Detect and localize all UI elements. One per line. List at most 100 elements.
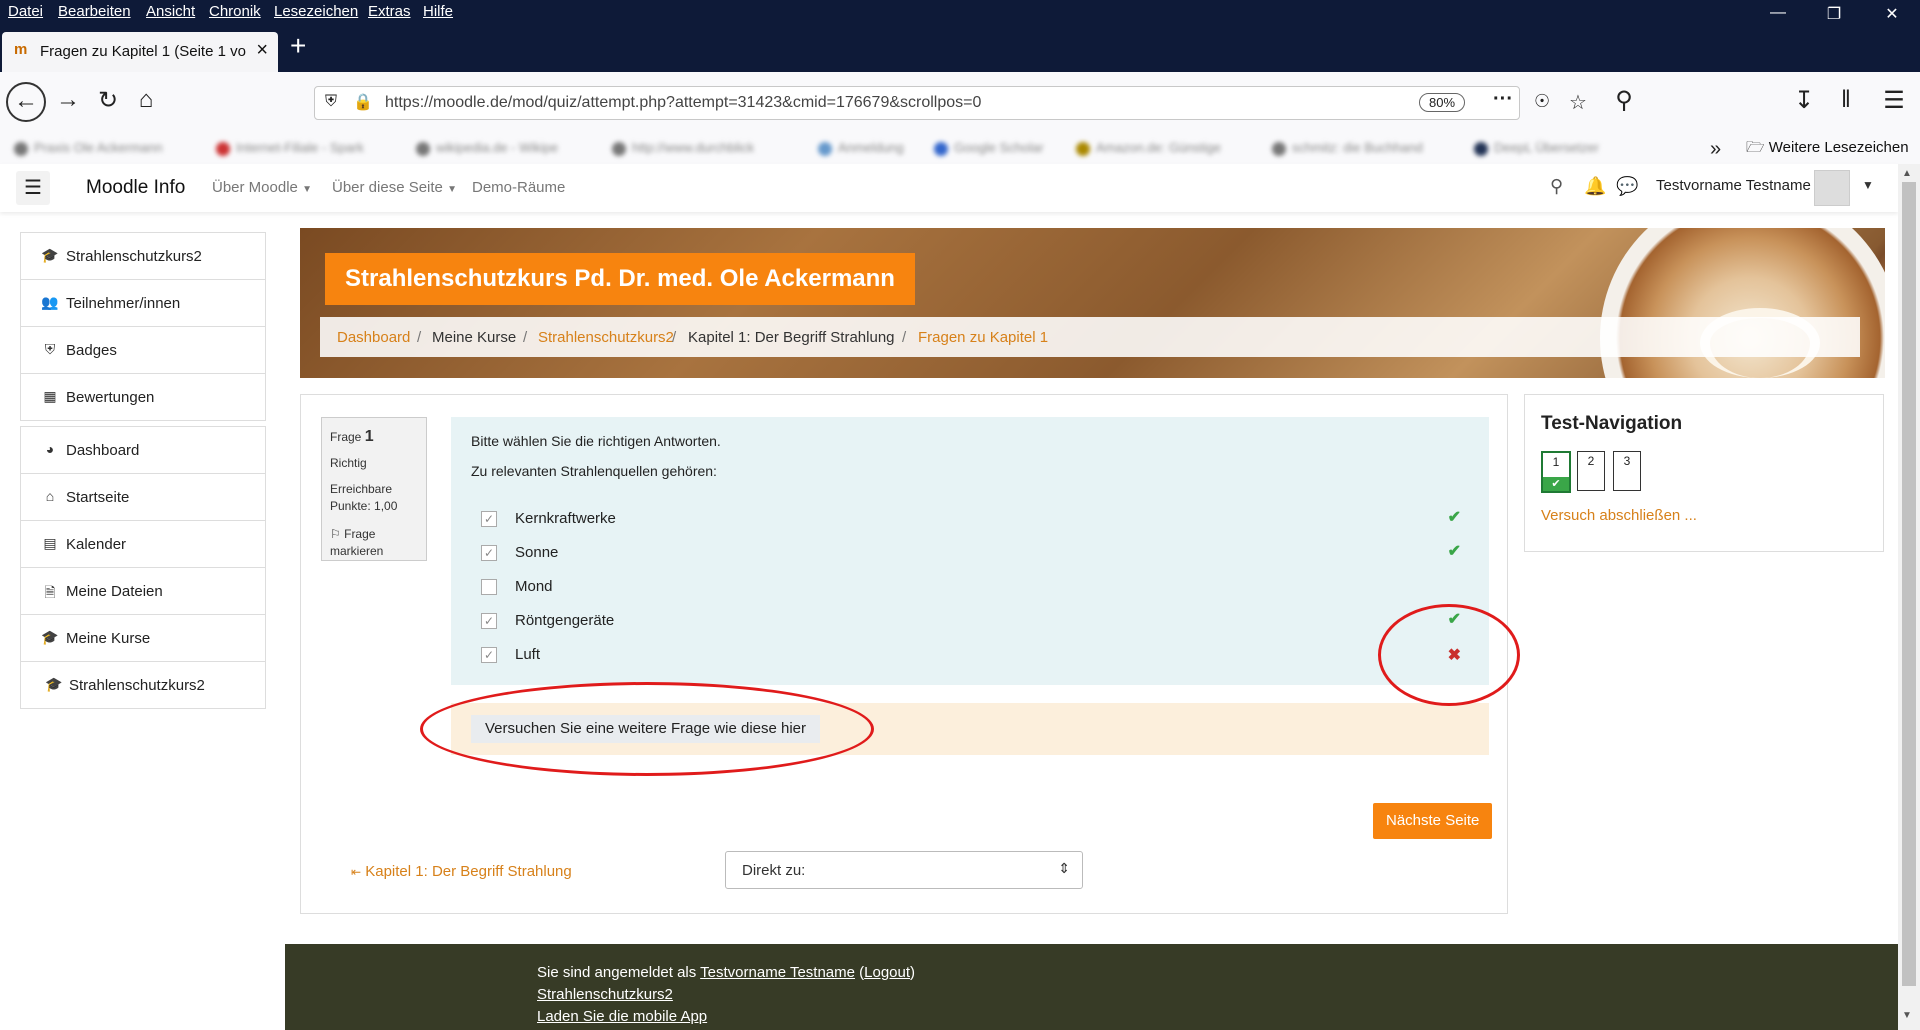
- back-icon[interactable]: ←: [6, 82, 46, 122]
- sidebar-item-label: Meine Kurse: [66, 630, 151, 647]
- folder-icon: 🗁: [1746, 139, 1765, 156]
- nav-ueber-moodle[interactable]: Über Moodle ▼: [212, 179, 312, 196]
- page-actions-icon[interactable]: ···: [1493, 88, 1513, 111]
- messages-icon[interactable]: 💬: [1616, 176, 1638, 197]
- table-icon: ▦: [43, 388, 57, 404]
- bookmark-item[interactable]: Google Scholar: [934, 140, 1044, 156]
- sidebar-item-badges[interactable]: ⛨ Badges: [20, 326, 266, 374]
- app-menu-icon[interactable]: ☰: [1878, 86, 1910, 115]
- correct-check-icon: ✔: [1447, 509, 1461, 526]
- nav-demo-raeume[interactable]: Demo-Räume: [472, 179, 565, 196]
- flag-question-link[interactable]: ⚐ Frage markieren: [330, 526, 422, 560]
- answer-checkbox[interactable]: [481, 579, 497, 595]
- sidebar-item-startseite[interactable]: ⌂ Startseite: [20, 473, 266, 521]
- forward-icon[interactable]: →: [52, 86, 84, 114]
- scroll-down-icon[interactable]: ▼: [1902, 1010, 1912, 1021]
- quiz-nav-question-3[interactable]: 3: [1613, 451, 1641, 491]
- next-page-button[interactable]: Nächste Seite: [1373, 803, 1493, 839]
- breadcrumb-fragen-kapitel-1[interactable]: Fragen zu Kapitel 1: [918, 329, 1048, 346]
- menu-ansicht[interactable]: Ansicht: [146, 3, 195, 20]
- drawer-toggle-icon[interactable]: ☰: [16, 171, 50, 205]
- bookmark-item[interactable]: http://www.durchblick: [612, 140, 754, 156]
- sidebar-item-strahlenschutzkurs2[interactable]: 🎓 Strahlenschutzkurs2: [20, 232, 266, 280]
- avatar[interactable]: [1814, 170, 1850, 206]
- browser-tabbar: m Fragen zu Kapitel 1 (Seite 1 von × +: [0, 26, 1920, 72]
- user-menu-caret-icon[interactable]: ▼: [1862, 178, 1874, 192]
- footer-user-link[interactable]: Testvorname Testname: [700, 964, 855, 981]
- answer-checkbox[interactable]: ✓: [481, 511, 497, 527]
- browser-search-icon[interactable]: ⚲: [1608, 86, 1640, 115]
- window-close-icon[interactable]: ✕: [1872, 4, 1912, 24]
- breadcrumb-strahlenschutzkurs2[interactable]: Strahlenschutzkurs2: [538, 329, 674, 346]
- notification-bell-icon[interactable]: 🔔: [1584, 176, 1606, 197]
- quiz-nav-question-2[interactable]: 2: [1577, 451, 1605, 491]
- bookmark-item[interactable]: Amazon.de: Günstige: [1076, 140, 1221, 156]
- correct-check-icon: ✔: [1543, 477, 1569, 491]
- logout-link[interactable]: Logout: [864, 964, 910, 981]
- library-icon[interactable]: ‖: [1830, 86, 1862, 114]
- url-bar[interactable]: ⛨ 🔒 https://moodle.de/mod/quiz/attempt.p…: [314, 86, 1587, 120]
- zoom-badge[interactable]: 80%: [1419, 93, 1466, 112]
- menu-hilfe[interactable]: Hilfe: [423, 3, 453, 20]
- tab-close-icon[interactable]: ×: [256, 39, 268, 62]
- bookmark-item[interactable]: schmitz: die Buchhand: [1272, 140, 1423, 156]
- reload-icon[interactable]: ↻: [92, 86, 124, 115]
- minimize-icon[interactable]: —: [1758, 4, 1798, 22]
- browser-tab[interactable]: m Fragen zu Kapitel 1 (Seite 1 von ×: [2, 32, 278, 72]
- quiz-nav-question-1[interactable]: 1 ✔: [1541, 451, 1571, 493]
- breadcrumb-dashboard[interactable]: Dashboard: [337, 329, 410, 346]
- sidebar-item-teilnehmer[interactable]: 👥 Teilnehmer/innen: [20, 279, 266, 327]
- new-tab-icon[interactable]: +: [290, 30, 306, 62]
- bookmark-item[interactable]: Internet-Filiale - Spark: [216, 140, 364, 156]
- answer-option: ✓ Röntgengeräte ✔: [481, 609, 1471, 633]
- sidebar-item-label: Meine Dateien: [66, 583, 163, 600]
- breadcrumb: Dashboard / Meine Kurse / Strahlenschutz…: [320, 317, 1860, 357]
- site-brand[interactable]: Moodle Info: [86, 177, 185, 199]
- tracking-shield-icon[interactable]: ⛨: [325, 93, 337, 111]
- menu-extras[interactable]: Extras: [368, 3, 411, 20]
- sidebar-item-strahlenschutzkurs2-sub[interactable]: 🎓 Strahlenschutzkurs2: [20, 661, 266, 709]
- sidebar-item-meine-dateien[interactable]: 🗎 Meine Dateien: [20, 567, 266, 615]
- user-name[interactable]: Testvorname Testname: [1656, 177, 1811, 194]
- restore-icon[interactable]: ❐: [1814, 4, 1854, 24]
- bookmark-item[interactable]: wikipedia.de - Wikipe: [416, 140, 558, 156]
- scroll-thumb[interactable]: [1902, 182, 1916, 986]
- sidebar-item-dashboard[interactable]: ◕ Dashboard: [20, 426, 266, 474]
- bookmark-star-icon[interactable]: ☆: [1569, 90, 1587, 115]
- lock-icon[interactable]: 🔒: [353, 92, 373, 112]
- answer-checkbox[interactable]: ✓: [481, 545, 497, 561]
- pocket-icon[interactable]: ☉: [1534, 91, 1550, 112]
- footer-course-link[interactable]: Strahlenschutzkurs2: [537, 986, 673, 1003]
- mobile-app-link[interactable]: Laden Sie die mobile App: [537, 1008, 707, 1025]
- jump-to-select[interactable]: Direkt zu: ⇕: [725, 851, 1083, 889]
- sidebar-item-kalender[interactable]: ▤ Kalender: [20, 520, 266, 568]
- answer-checkbox[interactable]: ✓: [481, 647, 497, 663]
- home-page-icon[interactable]: ⌂: [130, 86, 162, 114]
- question-points: Erreichbare Punkte: 1,00: [330, 482, 398, 513]
- other-bookmarks-folder[interactable]: 🗁 Weitere Lesezeichen: [1746, 137, 1909, 162]
- sidebar-item-bewertungen[interactable]: ▦ Bewertungen: [20, 373, 266, 421]
- quiz-nav-number: 2: [1587, 454, 1595, 468]
- menu-lesezeichen[interactable]: Lesezeichen: [274, 3, 358, 20]
- menu-chronik[interactable]: Chronik: [209, 3, 261, 20]
- answer-checkbox[interactable]: ✓: [481, 613, 497, 629]
- correct-check-icon: ✔: [1447, 543, 1461, 560]
- url-text[interactable]: https://moodle.de/mod/quiz/attempt.php?a…: [385, 94, 981, 112]
- scroll-up-icon[interactable]: ▲: [1902, 168, 1912, 179]
- bookmark-item[interactable]: Anmeldung: [818, 140, 904, 156]
- page-scrollbar[interactable]: ▲ ▼: [1898, 164, 1920, 1030]
- search-icon[interactable]: ⚲: [1550, 176, 1563, 197]
- download-icon[interactable]: ↧: [1788, 86, 1820, 115]
- breadcrumb-meine-kurse: Meine Kurse: [432, 329, 517, 346]
- menu-datei[interactable]: Datei: [8, 3, 43, 20]
- finish-attempt-link[interactable]: Versuch abschließen ...: [1541, 507, 1697, 524]
- sidebar-item-label: Dashboard: [66, 442, 140, 459]
- previous-activity-link[interactable]: ⇤ Kapitel 1: Der Begriff Strahlung: [351, 863, 572, 880]
- sidebar-item-meine-kurse[interactable]: 🎓 Meine Kurse: [20, 614, 266, 662]
- course-title: Strahlenschutzkurs Pd. Dr. med. Ole Acke…: [325, 253, 915, 305]
- bookmarks-overflow-icon[interactable]: »: [1710, 138, 1721, 161]
- menu-bearbeiten[interactable]: Bearbeiten: [58, 3, 131, 20]
- nav-ueber-diese-seite[interactable]: Über diese Seite ▼: [332, 179, 457, 196]
- bookmark-item[interactable]: Praxis Ole Ackermann: [14, 140, 163, 156]
- bookmark-item[interactable]: DeepL Übersetzer: [1474, 140, 1599, 156]
